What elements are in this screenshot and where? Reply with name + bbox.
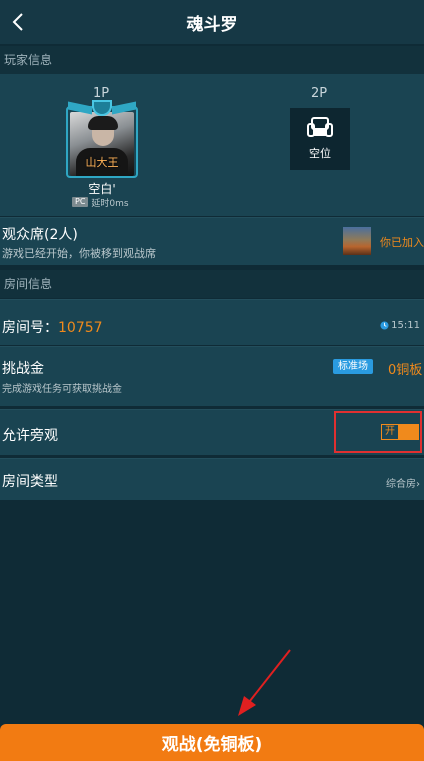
watch-button[interactable]: 观战(免铜板) [0, 724, 424, 761]
annotation-arrow [238, 649, 291, 716]
